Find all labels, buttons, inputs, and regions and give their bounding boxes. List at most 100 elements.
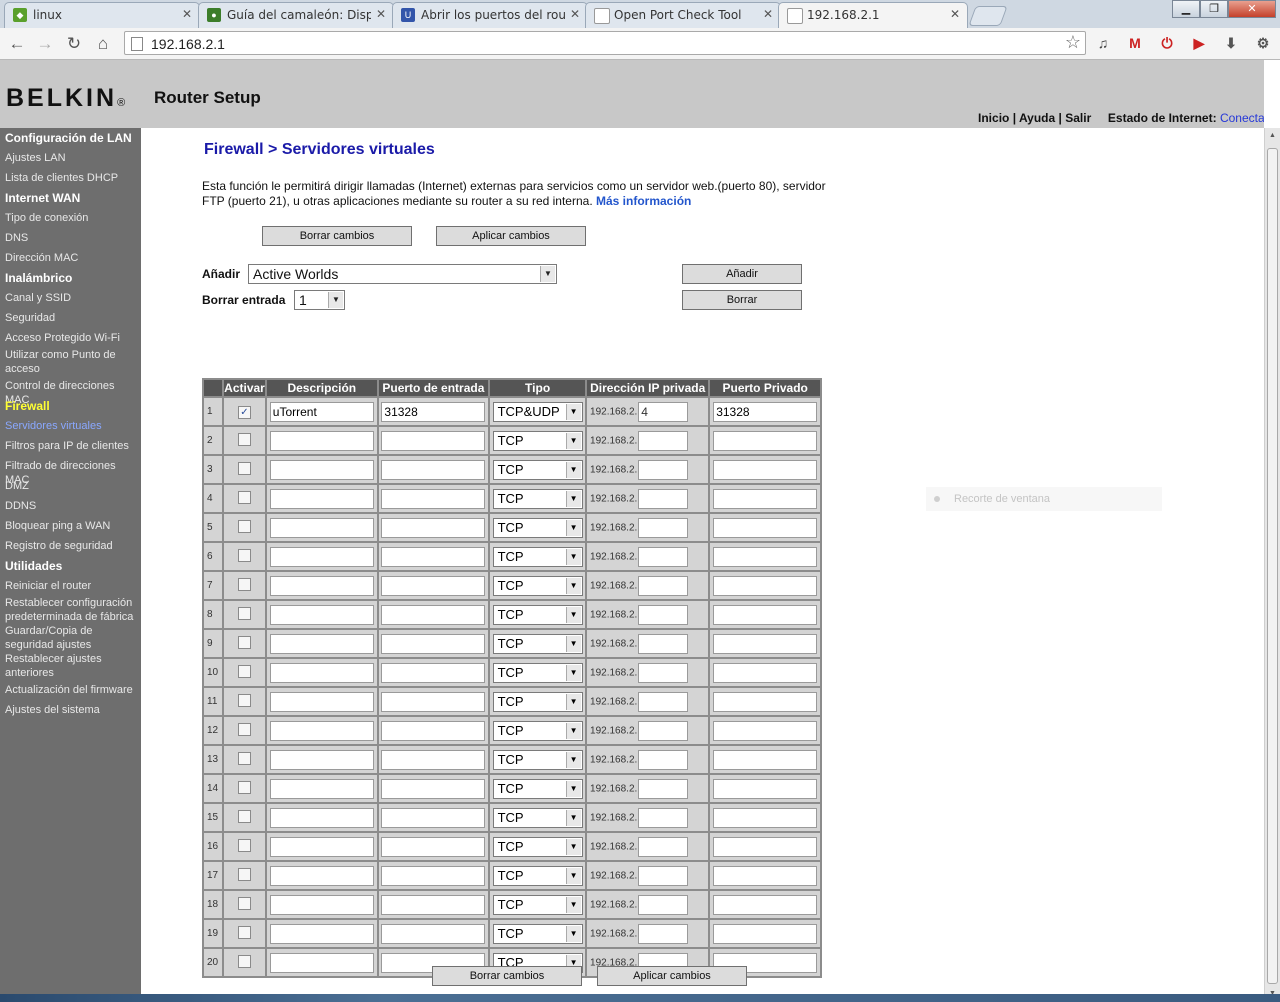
inbound-port-input[interactable] [381,807,486,828]
sidebar-item-security-log[interactable]: Registro de seguridad [5,539,140,553]
sidebar-item-dhcp[interactable]: Lista de clientes DHCP [5,171,140,185]
protocol-select[interactable]: TCP ▼ [492,633,583,654]
private-port-input[interactable]: 31328 [713,401,818,422]
ip-last-octet-input[interactable] [638,691,689,712]
add-service-select[interactable]: Active Worlds ▼ [248,264,557,284]
activate-checkbox[interactable] [238,780,251,794]
tab-abrir-puertos[interactable]: U Abrir los puertos del route ✕ [392,2,588,28]
private-port-input[interactable] [713,488,818,509]
inbound-port-input[interactable] [381,517,486,538]
description-input[interactable] [269,836,374,857]
sidebar-item-virtual-servers[interactable]: Servidores virtuales [5,419,140,433]
activate-checkbox[interactable] [238,867,251,881]
inbound-port-input[interactable] [381,923,486,944]
private-port-input[interactable] [713,749,818,770]
inbound-port-input[interactable] [381,691,486,712]
description-input[interactable] [269,720,374,741]
private-port-input[interactable] [713,546,818,567]
delete-entry-select[interactable]: 1 ▼ [294,290,345,310]
private-port-input[interactable] [713,691,818,712]
protocol-select[interactable]: TCP ▼ [492,836,583,857]
description-input[interactable] [269,691,374,712]
description-input[interactable] [269,575,374,596]
maximize-button[interactable]: ❐ [1200,0,1228,18]
private-port-input[interactable] [713,923,818,944]
close-icon[interactable]: ✕ [763,7,773,21]
ip-last-octet-input[interactable] [638,923,689,944]
sidebar-item-factory-reset[interactable]: Restablecer configuración predeterminada… [5,596,140,624]
bookmark-star-icon[interactable]: ☆ [1065,32,1081,53]
description-input[interactable] [269,459,374,480]
home-icon[interactable]: ⌂ [92,33,114,55]
sidebar-item-tipo-conexion[interactable]: Tipo de conexión [5,211,140,225]
inbound-port-input[interactable] [381,575,486,596]
protocol-select[interactable]: TCP ▼ [492,604,583,625]
inbound-port-input[interactable] [381,430,486,451]
private-port-input[interactable] [713,836,818,857]
minimize-button[interactable]: ▁ [1172,0,1200,18]
inbound-port-input[interactable]: 31328 [381,401,486,422]
description-input[interactable] [269,865,374,886]
ip-last-octet-input[interactable] [638,430,689,451]
protocol-select[interactable]: TCP ▼ [492,488,583,509]
ip-last-octet-input[interactable] [638,662,689,683]
activate-checkbox[interactable] [238,896,251,910]
new-tab-button[interactable] [968,6,1008,26]
url-input[interactable] [149,34,1053,54]
activate-checkbox[interactable] [238,635,251,649]
description-input[interactable] [269,952,374,973]
sidebar-item-backup[interactable]: Guardar/Copia de seguridad ajustes [5,624,140,652]
ip-last-octet-input[interactable] [638,459,689,480]
activate-checkbox[interactable] [238,461,251,475]
private-port-input[interactable] [713,720,818,741]
sidebar-item-ajustes-lan[interactable]: Ajustes LAN [5,151,140,165]
address-bar[interactable]: ☆ [124,31,1086,55]
activate-checkbox[interactable] [238,548,251,562]
activate-checkbox[interactable] [238,606,251,620]
description-input[interactable] [269,749,374,770]
ip-last-octet-input[interactable] [638,517,689,538]
ip-last-octet-input[interactable] [638,778,689,799]
inbound-port-input[interactable] [381,488,486,509]
add-button[interactable]: Añadir [682,264,802,284]
link-ayuda[interactable]: Ayuda [1019,111,1055,125]
activate-checkbox[interactable] [238,664,251,678]
private-port-input[interactable] [713,662,818,683]
private-port-input[interactable] [713,894,818,915]
delete-button[interactable]: Borrar [682,290,802,310]
inbound-port-input[interactable] [381,894,486,915]
activate-checkbox[interactable] [238,432,251,446]
inbound-port-input[interactable] [381,836,486,857]
private-port-input[interactable] [713,430,818,451]
sidebar-item-dns[interactable]: DNS [5,231,140,245]
tab-router[interactable]: 192.168.2.1 ✕ [778,2,968,28]
protocol-select[interactable]: TCP ▼ [492,575,583,596]
protocol-select[interactable]: TCP ▼ [492,459,583,480]
protocol-select[interactable]: TCP ▼ [492,923,583,944]
description-input[interactable] [269,488,374,509]
close-icon[interactable]: ✕ [182,7,192,21]
sidebar-item-canal-ssid[interactable]: Canal y SSID [5,291,140,305]
ip-last-octet-input[interactable] [638,546,689,567]
activate-checkbox[interactable] [238,693,251,707]
protocol-select[interactable]: TCP ▼ [492,546,583,567]
protocol-select[interactable]: TCP ▼ [492,691,583,712]
protocol-select[interactable]: TCP ▼ [492,865,583,886]
ip-last-octet-input[interactable]: 4 [638,401,689,422]
inbound-port-input[interactable] [381,720,486,741]
private-port-input[interactable] [713,604,818,625]
description-input[interactable]: uTorrent [269,401,374,422]
ip-last-octet-input[interactable] [638,633,689,654]
activate-checkbox[interactable] [238,809,251,823]
more-info-link[interactable]: Más información [596,194,691,208]
activate-checkbox[interactable] [238,751,251,765]
description-input[interactable] [269,604,374,625]
protocol-select[interactable]: TCP ▼ [492,807,583,828]
description-input[interactable] [269,923,374,944]
ip-last-octet-input[interactable] [638,894,689,915]
clear-changes-button-bottom[interactable]: Borrar cambios [432,966,582,986]
sidebar-item-reboot[interactable]: Reiniciar el router [5,579,140,593]
close-window-button[interactable]: ✕ [1228,0,1276,18]
protocol-select[interactable]: TCP ▼ [492,662,583,683]
inbound-port-input[interactable] [381,865,486,886]
